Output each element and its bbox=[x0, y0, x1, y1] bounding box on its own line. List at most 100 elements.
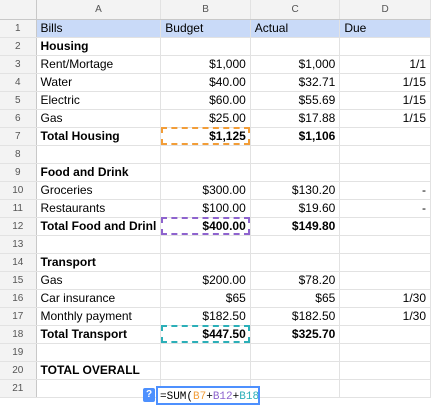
row-header[interactable]: 20 bbox=[0, 361, 37, 380]
cell-d19[interactable] bbox=[339, 343, 431, 362]
cell-a5[interactable]: Electric bbox=[36, 91, 162, 110]
column-header-b[interactable]: B bbox=[160, 0, 251, 20]
cell-a12[interactable]: Total Food and Drinl bbox=[36, 217, 162, 236]
cell-d13[interactable] bbox=[339, 235, 431, 254]
cell-a17[interactable]: Monthly payment bbox=[36, 307, 162, 326]
cell-c15[interactable]: $78.20 bbox=[250, 271, 341, 290]
cell-d3[interactable]: 1/1 bbox=[339, 55, 431, 74]
cell-c8[interactable] bbox=[250, 145, 341, 164]
cell-b9[interactable] bbox=[160, 163, 251, 182]
cell-a4[interactable]: Water bbox=[36, 73, 162, 92]
cell-b16[interactable]: $65 bbox=[160, 289, 251, 308]
cell-d12[interactable] bbox=[339, 217, 431, 236]
row-header[interactable]: 9 bbox=[0, 163, 37, 182]
cell-c21[interactable] bbox=[250, 379, 341, 398]
cell-a10[interactable]: Groceries bbox=[36, 181, 162, 200]
cell-b14[interactable] bbox=[160, 253, 251, 272]
row-header[interactable]: 10 bbox=[0, 181, 37, 200]
row-header[interactable]: 2 bbox=[0, 37, 37, 56]
cell-d18[interactable] bbox=[339, 325, 431, 344]
row-header[interactable]: 1 bbox=[0, 19, 37, 38]
cell-d10[interactable]: - bbox=[339, 181, 431, 200]
column-header-a[interactable]: A bbox=[36, 0, 162, 20]
cell-d16[interactable]: 1/30 bbox=[339, 289, 431, 308]
cell-d21[interactable] bbox=[339, 379, 431, 398]
cell-b2[interactable] bbox=[160, 37, 251, 56]
row-header[interactable]: 18 bbox=[0, 325, 37, 344]
cell-a7[interactable]: Total Housing bbox=[36, 127, 162, 146]
cell-d4[interactable]: 1/15 bbox=[339, 73, 431, 92]
row-header[interactable]: 12 bbox=[0, 217, 37, 236]
cell-b17[interactable]: $182.50 bbox=[160, 307, 251, 326]
cell-a20[interactable]: TOTAL OVERALL bbox=[36, 361, 162, 380]
cell-c6[interactable]: $17.88 bbox=[250, 109, 341, 128]
cell-a3[interactable]: Rent/Mortage bbox=[36, 55, 162, 74]
cell-a18[interactable]: Total Transport bbox=[36, 325, 162, 344]
cell-c11[interactable]: $19.60 bbox=[250, 199, 341, 218]
cell-d14[interactable] bbox=[339, 253, 431, 272]
cell-d20[interactable] bbox=[339, 361, 431, 380]
row-header[interactable]: 11 bbox=[0, 199, 37, 218]
cell-c14[interactable] bbox=[250, 253, 341, 272]
cell-c3[interactable]: $1,000 bbox=[250, 55, 341, 74]
cell-b18[interactable]: $447.50 bbox=[160, 325, 251, 344]
cell-a2[interactable]: Housing bbox=[36, 37, 162, 56]
select-all-corner[interactable] bbox=[0, 0, 37, 20]
cell-d7[interactable] bbox=[339, 127, 431, 146]
cell-a14[interactable]: Transport bbox=[36, 253, 162, 272]
cell-a19[interactable] bbox=[36, 343, 162, 362]
row-header[interactable]: 21 bbox=[0, 379, 37, 398]
cell-c2[interactable] bbox=[250, 37, 341, 56]
cell-d5[interactable]: 1/15 bbox=[339, 91, 431, 110]
cell-a9[interactable]: Food and Drink bbox=[36, 163, 162, 182]
row-header[interactable]: 7 bbox=[0, 127, 37, 146]
cell-a11[interactable]: Restaurants bbox=[36, 199, 162, 218]
formula-help-icon[interactable]: ? bbox=[143, 388, 155, 402]
cell-b5[interactable]: $60.00 bbox=[160, 91, 251, 110]
cell-c19[interactable] bbox=[250, 343, 341, 362]
cell-c5[interactable]: $55.69 bbox=[250, 91, 341, 110]
cell-b10[interactable]: $300.00 bbox=[160, 181, 251, 200]
row-header[interactable]: 13 bbox=[0, 235, 37, 254]
cell-c4[interactable]: $32.71 bbox=[250, 73, 341, 92]
cell-b12[interactable]: $400.00 bbox=[160, 217, 251, 236]
row-header[interactable]: 16 bbox=[0, 289, 37, 308]
cell-c12[interactable]: $149.80 bbox=[250, 217, 341, 236]
cell-d1[interactable]: Due bbox=[339, 19, 431, 38]
cell-b19[interactable] bbox=[160, 343, 251, 362]
cell-b13[interactable] bbox=[160, 235, 251, 254]
cell-b6[interactable]: $25.00 bbox=[160, 109, 251, 128]
cell-c20[interactable] bbox=[250, 361, 341, 380]
cell-a1[interactable]: Bills bbox=[36, 19, 162, 38]
cell-d15[interactable] bbox=[339, 271, 431, 290]
row-header[interactable]: 17 bbox=[0, 307, 37, 326]
cell-c17[interactable]: $182.50 bbox=[250, 307, 341, 326]
cell-d17[interactable]: 1/30 bbox=[339, 307, 431, 326]
cell-b7[interactable]: $1,125 bbox=[160, 127, 251, 146]
cell-c10[interactable]: $130.20 bbox=[250, 181, 341, 200]
column-header-c[interactable]: C bbox=[250, 0, 341, 20]
cell-b11[interactable]: $100.00 bbox=[160, 199, 251, 218]
cell-c7[interactable]: $1,106 bbox=[250, 127, 341, 146]
row-header[interactable]: 5 bbox=[0, 91, 37, 110]
cell-b20[interactable] bbox=[160, 361, 251, 380]
cell-d8[interactable] bbox=[339, 145, 431, 164]
cell-b3[interactable]: $1,000 bbox=[160, 55, 251, 74]
cell-a6[interactable]: Gas bbox=[36, 109, 162, 128]
cell-d6[interactable]: 1/15 bbox=[339, 109, 431, 128]
formula-editor[interactable]: =SUM(B7+B12+B18) bbox=[156, 386, 260, 405]
row-header[interactable]: 3 bbox=[0, 55, 37, 74]
column-header-d[interactable]: D bbox=[339, 0, 431, 20]
cell-c1[interactable]: Actual bbox=[250, 19, 341, 38]
cell-b8[interactable] bbox=[160, 145, 251, 164]
cell-c9[interactable] bbox=[250, 163, 341, 182]
cell-d9[interactable] bbox=[339, 163, 431, 182]
cell-c16[interactable]: $65 bbox=[250, 289, 341, 308]
cell-d11[interactable]: - bbox=[339, 199, 431, 218]
cell-a15[interactable]: Gas bbox=[36, 271, 162, 290]
cell-a16[interactable]: Car insurance bbox=[36, 289, 162, 308]
row-header[interactable]: 14 bbox=[0, 253, 37, 272]
cell-a8[interactable] bbox=[36, 145, 162, 164]
row-header[interactable]: 4 bbox=[0, 73, 37, 92]
cell-b15[interactable]: $200.00 bbox=[160, 271, 251, 290]
